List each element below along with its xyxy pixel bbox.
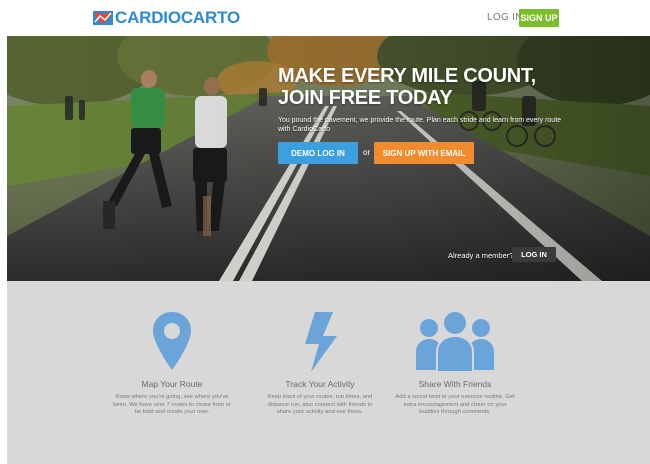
- people-group-icon: [416, 310, 494, 372]
- features-section: Map Your Route Know where you're going, …: [7, 281, 650, 464]
- feature-description: Know where you're going, see where you'v…: [113, 394, 231, 415]
- signup-button[interactable]: SIGN UP: [519, 9, 559, 27]
- hero-title-line-2: JOIN FREE TODAY: [278, 87, 453, 109]
- login-link[interactable]: LOG IN: [487, 12, 523, 23]
- hero-section: MAKE EVERY MILE COUNT, JOIN FREE TODAY Y…: [7, 36, 650, 281]
- hero-title: MAKE EVERY MILE COUNT, JOIN FREE TODAY: [278, 65, 578, 109]
- hero-login-button[interactable]: LOG IN: [512, 247, 556, 262]
- feature-title: Track Your Activity: [285, 379, 355, 389]
- signup-email-button[interactable]: SIGN UP WITH EMAIL: [374, 142, 474, 164]
- top-nav: CARDIOCARTO LOG IN SIGN UP: [0, 0, 650, 36]
- hero-title-line-1: MAKE EVERY MILE COUNT,: [278, 65, 536, 87]
- lightning-bolt-icon: [305, 312, 337, 372]
- hero-subtitle: You pound the pavement, we provide the r…: [278, 117, 562, 133]
- feature-title: Map Your Route: [141, 379, 203, 389]
- feature-description: Keep track of your routes, run times, an…: [267, 394, 373, 415]
- or-separator: or: [363, 148, 371, 157]
- feature-description: Add a social twist to your exercise rout…: [395, 394, 515, 415]
- logo-text: CARDIOCARTO: [115, 8, 240, 27]
- feature-title: Share With Friends: [418, 379, 492, 389]
- map-pin-icon: [153, 312, 191, 370]
- demo-login-button[interactable]: DEMO LOG IN: [278, 142, 358, 164]
- heart-map-logo-icon: [93, 11, 113, 25]
- already-member-text: Already a member?: [448, 251, 514, 260]
- logo[interactable]: CARDIOCARTO: [93, 7, 240, 29]
